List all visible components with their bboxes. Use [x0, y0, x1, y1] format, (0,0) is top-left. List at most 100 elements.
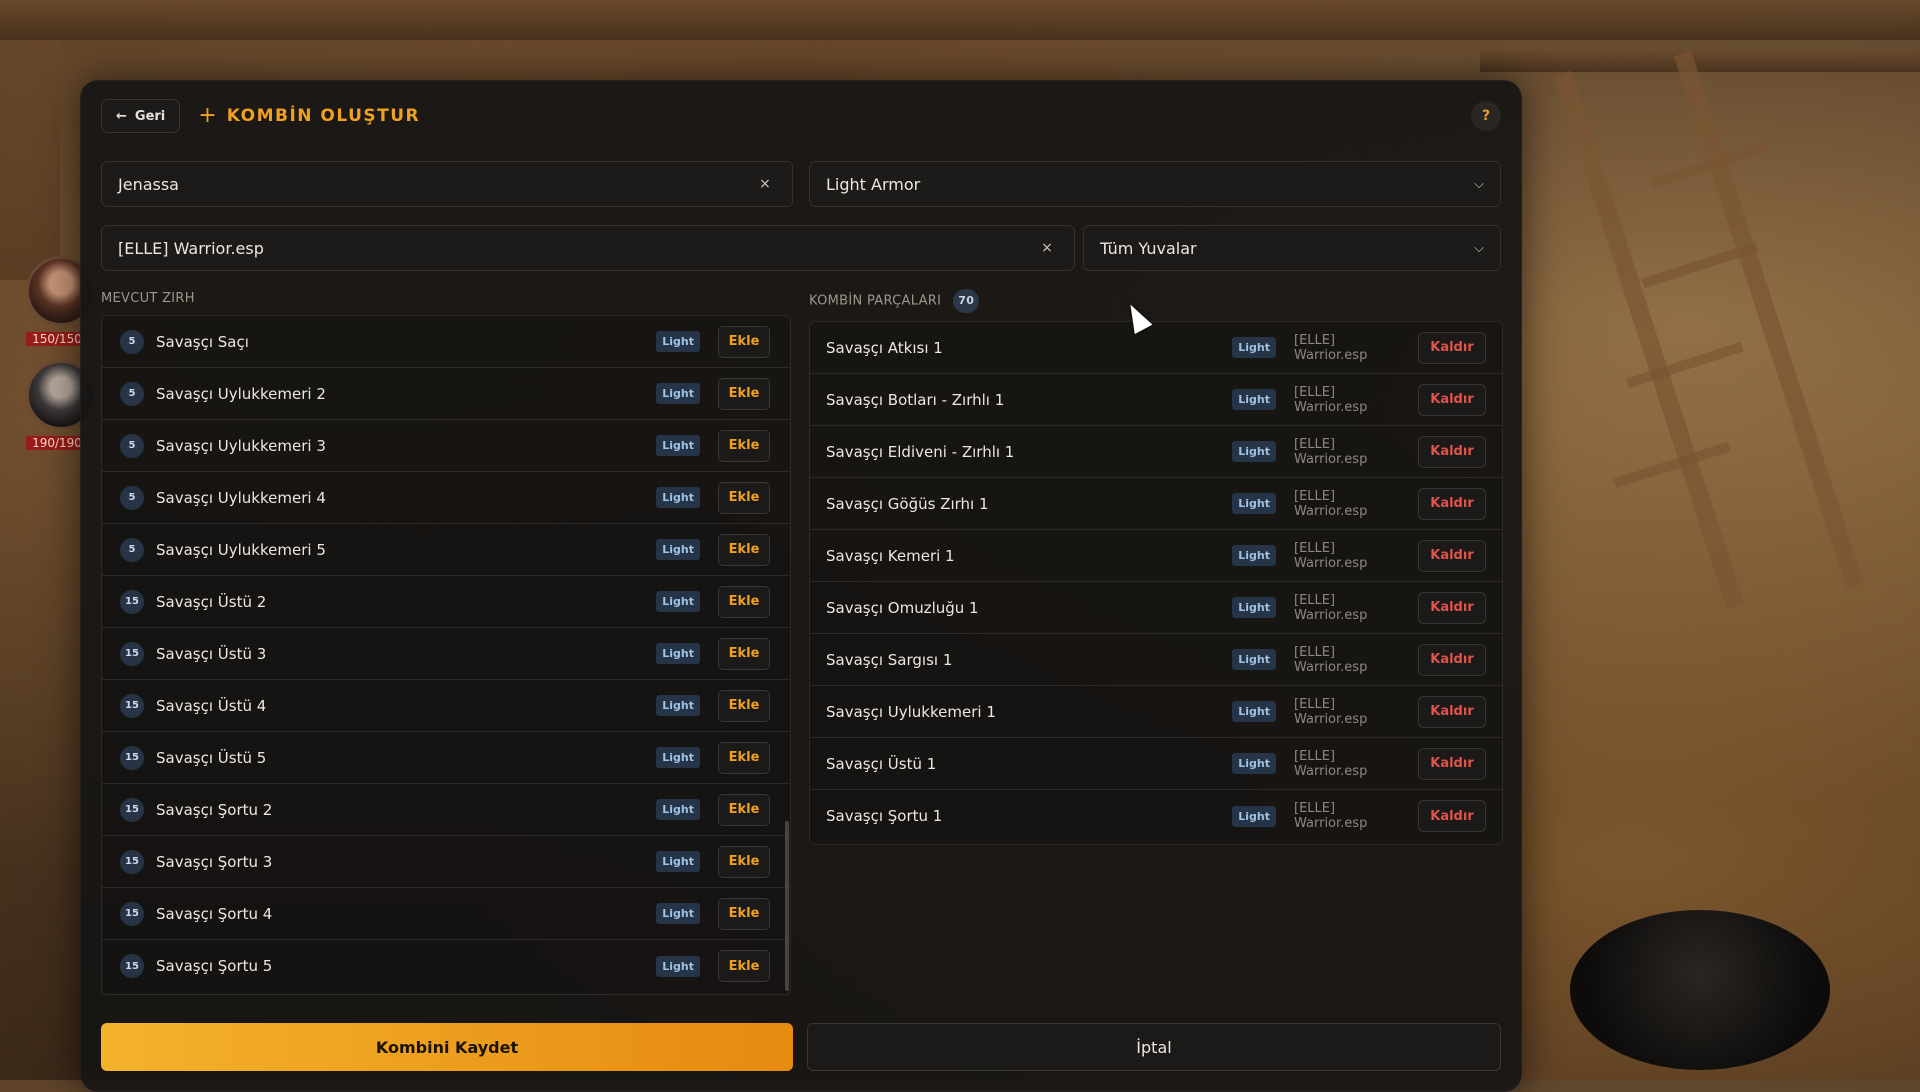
remove-button[interactable]: Kaldır [1418, 539, 1486, 572]
type-tag: Light [1232, 805, 1276, 827]
list-item[interactable]: Savaşçı Üstü 1 Light [ELLE] Warrior.esp Kal… [810, 738, 1502, 790]
add-button[interactable]: Ekle [718, 845, 770, 878]
level-badge: 15 [120, 954, 144, 978]
arrow-left-icon: ← [116, 108, 127, 124]
help-button[interactable]: ? [1471, 101, 1501, 131]
wall-post [0, 40, 60, 280]
list-item[interactable]: Savaşçı Göğüs Zırhı 1 Light [ELLE] Warrior… [810, 478, 1502, 530]
clear-icon[interactable]: × [754, 176, 776, 192]
list-item[interactable]: 15 Savaşçı Üstü 5 Light Ekle [102, 732, 790, 784]
level-badge: 15 [120, 641, 144, 666]
slot-value: Tüm Yuvalar [1100, 238, 1197, 258]
list-item[interactable]: 15 Savaşçı Şortu 5 Light Ekle [102, 940, 790, 992]
type-tag: Light [656, 539, 700, 560]
add-button[interactable]: Ekle [718, 897, 770, 930]
remove-button[interactable]: Kaldır [1418, 747, 1486, 780]
add-button[interactable]: Ekle [718, 325, 770, 358]
remove-button[interactable]: Kaldır [1418, 695, 1486, 728]
item-name: Savaşçı Şortu 3 [156, 852, 273, 871]
available-armor-list: 5 Savaşçı Saçı Light Ekle 5 Savaşçı Uylukkeme… [101, 315, 791, 995]
type-tag: Light [656, 695, 700, 716]
item-name: Savaşçı Kemeri 1 [826, 546, 955, 565]
remove-button[interactable]: Kaldır [1418, 591, 1486, 624]
item-name: Savaşçı Botları - Zırhlı 1 [826, 390, 1005, 409]
list-item[interactable]: 5 Savaşçı Saçı Light Ekle [102, 316, 790, 368]
list-item[interactable]: Savaşçı Kemeri 1 Light [ELLE] Warrior.esp K… [810, 530, 1502, 582]
type-tag: Light [1232, 441, 1276, 462]
character-field[interactable]: Jenassa × [101, 161, 793, 207]
level-badge: 15 [120, 849, 144, 874]
armor-type-value: Light Armor [826, 174, 921, 194]
list-item[interactable]: 15 Savaşçı Üstü 3 Light Ekle [102, 628, 790, 680]
list-item[interactable]: Savaşçı Botları - Zırhlı 1 Light [ELLE] Wa… [810, 374, 1502, 426]
save-outfit-button[interactable]: Kombini Kaydet [101, 1023, 793, 1071]
add-button[interactable]: Ekle [718, 637, 770, 670]
type-tag: Light [656, 851, 700, 872]
remove-button[interactable]: Kaldır [1418, 383, 1486, 416]
remove-button[interactable]: Kaldır [1418, 435, 1486, 468]
add-button[interactable]: Ekle [718, 950, 770, 982]
source-plugin: [ELLE] Warrior.esp [1294, 696, 1368, 727]
plugin-field[interactable]: [ELLE] Warrior.esp × [101, 225, 1075, 271]
add-button[interactable]: Ekle [718, 793, 770, 826]
armor-type-select[interactable]: Light Armor ⌵ [809, 161, 1501, 207]
list-item[interactable]: 5 Savaşçı Uylukkemeri 4 Light Ekle [102, 472, 790, 524]
list-item[interactable]: Savaşçı Uylukkemeri 1 Light [ELLE] Warrior… [810, 686, 1502, 738]
list-item[interactable]: 15 Savaşçı Şortu 2 Light Ekle [102, 784, 790, 836]
outfit-creator-panel: ← Geri + KOMBİN OLUŞTUR ? Jenassa × Ligh… [80, 80, 1522, 1092]
list-item[interactable]: Savaşçı Atkısı 1 Light [ELLE] Warrior.esp K… [810, 322, 1502, 374]
back-button[interactable]: ← Geri [101, 99, 181, 133]
item-name: Savaşçı Göğüs Zırhı 1 [826, 494, 989, 513]
source-plugin: [ELLE] Warrior.esp [1294, 488, 1368, 519]
add-button[interactable]: Ekle [718, 741, 770, 774]
scrollbar[interactable] [785, 821, 789, 991]
type-tag: Light [1232, 701, 1276, 722]
add-button[interactable]: Ekle [718, 377, 770, 410]
item-name: Savaşçı Uylukkemeri 5 [156, 540, 326, 559]
add-button[interactable]: Ekle [718, 689, 770, 722]
add-button[interactable]: Ekle [718, 585, 770, 618]
remove-button[interactable]: Kaldır [1418, 800, 1486, 832]
add-button[interactable]: Ekle [718, 429, 770, 462]
add-button[interactable]: Ekle [718, 481, 770, 514]
clear-icon[interactable]: × [1036, 240, 1058, 256]
remove-button[interactable]: Kaldır [1418, 331, 1486, 364]
type-tag: Light [656, 591, 700, 612]
list-item[interactable]: Savaşçı Eldiveni - Zırhlı 1 Light [ELLE] W… [810, 426, 1502, 478]
list-item[interactable]: 15 Savaşçı Üstü 2 Light Ekle [102, 576, 790, 628]
ceiling-beam [1480, 50, 1920, 72]
list-item[interactable]: Savaşçı Omuzluğu 1 Light [ELLE] Warrior.es… [810, 582, 1502, 634]
level-badge: 15 [120, 797, 144, 822]
list-item[interactable]: Savaşçı Sargısı 1 Light [ELLE] Warrior.esp… [810, 634, 1502, 686]
list-item[interactable]: 15 Savaşçı Şortu 4 Light Ekle [102, 888, 790, 940]
item-name: Savaşçı Şortu 2 [156, 800, 273, 819]
list-item[interactable]: Savaşçı Şortu 1 Light [ELLE] Warrior.esp Ka… [810, 790, 1502, 842]
source-plugin: [ELLE] Warrior.esp [1294, 644, 1368, 675]
level-badge: 15 [120, 745, 144, 770]
chevron-down-icon: ⌵ [1474, 240, 1484, 256]
slot-select[interactable]: Tüm Yuvalar ⌵ [1083, 225, 1501, 271]
list-item[interactable]: 15 Savaşçı Şortu 3 Light Ekle [102, 836, 790, 888]
item-name: Savaşçı Sargısı 1 [826, 650, 953, 669]
cooking-pot [1570, 910, 1830, 1070]
item-name: Savaşçı Uylukkemeri 2 [156, 384, 326, 403]
item-name: Savaşçı Uylukkemeri 3 [156, 436, 326, 455]
list-item[interactable]: 5 Savaşçı Uylukkemeri 3 Light Ekle [102, 420, 790, 472]
level-badge: 15 [120, 901, 144, 926]
plus-icon: + [198, 103, 217, 128]
remove-button[interactable]: Kaldır [1418, 643, 1486, 676]
cancel-button[interactable]: İptal [807, 1023, 1501, 1071]
remove-button[interactable]: Kaldır [1418, 487, 1486, 520]
type-tag: Light [656, 747, 700, 768]
item-name: Savaşçı Üstü 4 [156, 696, 267, 715]
list-item[interactable]: 15 Savaşçı Üstü 4 Light Ekle [102, 680, 790, 732]
source-plugin: [ELLE] Warrior.esp [1294, 748, 1368, 779]
type-tag: Light [656, 643, 700, 664]
source-plugin: [ELLE] Warrior.esp [1294, 332, 1368, 363]
source-plugin: [ELLE] Warrior.esp [1294, 592, 1368, 623]
ladder-rung [1613, 441, 1731, 489]
list-item[interactable]: 5 Savaşçı Uylukkemeri 5 Light Ekle [102, 524, 790, 576]
level-badge: 5 [120, 485, 144, 510]
add-button[interactable]: Ekle [718, 533, 770, 566]
list-item[interactable]: 5 Savaşçı Uylukkemeri 2 Light Ekle [102, 368, 790, 420]
